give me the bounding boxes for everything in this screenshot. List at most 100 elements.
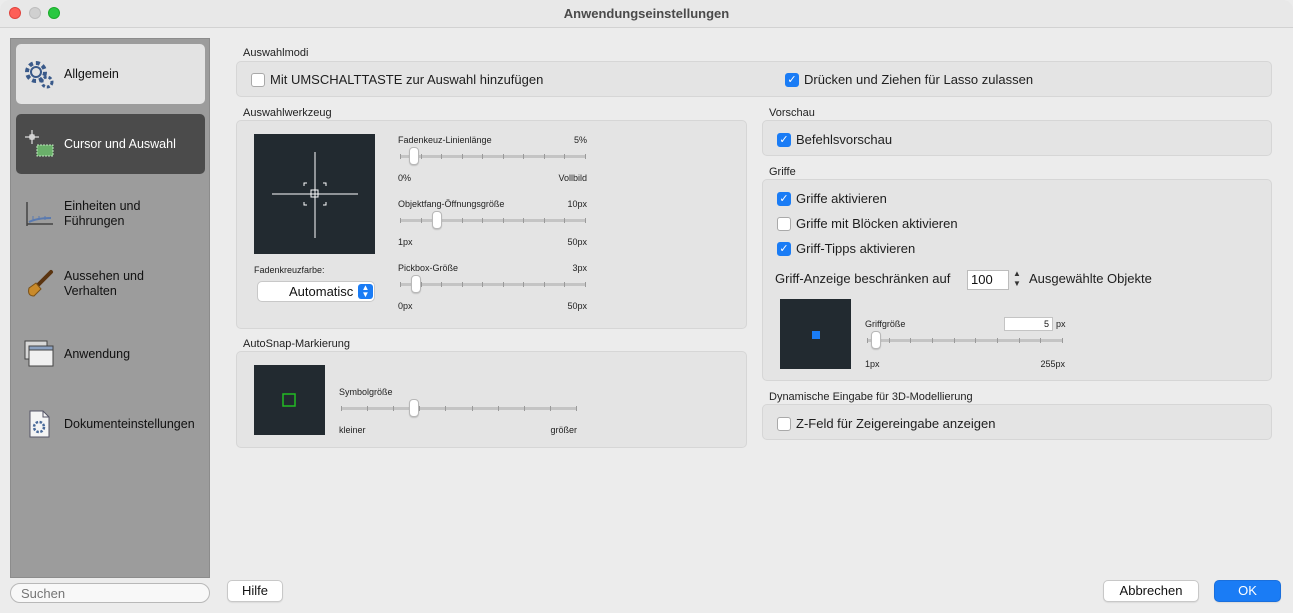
sidebar-item-label: Einheiten und Führungen: [64, 199, 141, 228]
units-ruler-icon: [22, 197, 56, 231]
sidebar-item-einheiten[interactable]: Einheiten und Führungen: [16, 184, 205, 244]
slider-tick: [544, 282, 545, 287]
grip-size-label: Griffgröße: [865, 319, 906, 329]
slider-tick: [421, 282, 422, 287]
slider-thumb[interactable]: [409, 147, 419, 165]
slider-tick: [482, 154, 483, 159]
slider-tick: [576, 406, 577, 411]
checkbox-box[interactable]: ✓: [777, 241, 791, 256]
brush-icon: [22, 267, 56, 301]
slider-tick: [564, 282, 565, 287]
cancel-button[interactable]: Abbrechen: [1103, 580, 1199, 602]
slider-track[interactable]: [400, 219, 586, 222]
slider-thumb[interactable]: [409, 399, 419, 417]
checkbox-box[interactable]: ✓: [785, 72, 799, 87]
help-button[interactable]: Hilfe: [227, 580, 283, 602]
slider-tick: [421, 154, 422, 159]
symbol-size-min: kleiner: [339, 425, 366, 435]
sidebar-item-label: Dokumenteinstellungen: [64, 416, 195, 431]
symbol-size-label: Symbolgröße: [339, 387, 393, 397]
autosnap-box: Symbolgröße kleiner größer: [236, 351, 747, 448]
lasso-checkbox[interactable]: ✓ Drücken und Ziehen für Lasso zulassen: [785, 72, 1033, 87]
slider-thumb[interactable]: [871, 331, 881, 349]
sidebar-item-label: Cursor und Auswahl: [64, 136, 176, 151]
slider-track[interactable]: [867, 339, 1063, 342]
checkbox-label: Z-Feld für Zeigereingabe anzeigen: [796, 416, 996, 431]
grip-limit-stepper[interactable]: ▲ ▼: [1011, 269, 1023, 291]
title-bar: Anwendungseinstellungen: [0, 0, 1293, 28]
slider-tick: [400, 218, 401, 223]
sidebar-item-allgemein[interactable]: Allgemein: [16, 44, 205, 104]
pickbox-size-min: 0px: [398, 301, 413, 311]
checkbox-box[interactable]: ✓: [777, 191, 791, 206]
grips-enable-checkbox[interactable]: ✓ Griffe aktivieren: [777, 191, 887, 206]
pickbox-size-label: Pickbox-Größe: [398, 263, 459, 273]
chevron-updown-icon: ▲ ▼: [358, 284, 373, 299]
z-field-checkbox[interactable]: Z-Feld für Zeigereingabe anzeigen: [777, 416, 995, 431]
search-input[interactable]: [10, 583, 210, 603]
sidebar-item-cursor-und-auswahl[interactable]: Cursor und Auswahl: [16, 114, 205, 174]
checkbox-box[interactable]: [251, 72, 265, 87]
slider-tick: [421, 218, 422, 223]
sidebar-item-aussehen[interactable]: Aussehen und Verhalten: [16, 254, 205, 314]
slider-track[interactable]: [341, 407, 577, 410]
sidebar-item-anwendung[interactable]: Anwendung: [16, 324, 205, 384]
grip-size-max: 255px: [1040, 359, 1065, 369]
slider-track[interactable]: [400, 155, 586, 158]
slider-tick: [419, 406, 420, 411]
crosshair-color-select[interactable]: Automatisc ▲ ▼: [257, 281, 375, 302]
sidebar-item-dokumenteinstellungen[interactable]: Dokumenteinstellungen: [16, 394, 205, 454]
grip-limit-suffix: Ausgewählte Objekte: [1029, 271, 1152, 286]
section-title-dynamische-eingabe: Dynamische Eingabe für 3D-Modellierung: [769, 391, 973, 403]
section-title-auswahlmodi: Auswahlmodi: [243, 47, 309, 59]
slider-tick: [498, 406, 499, 411]
autosnap-preview: [254, 365, 325, 435]
checkbox-label: Griff-Tipps aktivieren: [796, 241, 916, 256]
ok-button[interactable]: OK: [1214, 580, 1281, 602]
auswahlmodi-box: Mit UMSCHALTTASTE zur Auswahl hinzufügen…: [236, 61, 1272, 97]
sidebar-item-label: Aussehen und Verhalten: [64, 269, 144, 298]
slider-tick: [441, 282, 442, 287]
slider-tick: [393, 406, 394, 411]
slider-tick: [523, 154, 524, 159]
slider-thumb[interactable]: [432, 211, 442, 229]
slider-thumb[interactable]: [411, 275, 421, 293]
slider-tick: [997, 338, 998, 343]
slider-tick: [441, 154, 442, 159]
slider-tick: [550, 406, 551, 411]
checkbox-label: Befehlsvorschau: [796, 132, 893, 147]
command-preview-checkbox[interactable]: ✓ Befehlsvorschau: [777, 132, 892, 147]
sidebar: Allgemein Cursor und Auswahl Einheiten u…: [10, 38, 210, 578]
checkbox-label: Drücken und Ziehen für Lasso zulassen: [804, 72, 1034, 87]
settings-window: Anwendungseinstellungen Allgemein Cursor…: [0, 0, 1293, 613]
slider-tick: [585, 154, 586, 159]
checkbox-box[interactable]: [777, 216, 791, 231]
section-title-griffe: Griffe: [769, 166, 796, 178]
chevron-down-icon[interactable]: ▼: [1013, 279, 1021, 288]
slider-tick: [544, 218, 545, 223]
checkbox-box[interactable]: ✓: [777, 132, 791, 147]
shift-add-checkbox[interactable]: Mit UMSCHALTTASTE zur Auswahl hinzufügen: [251, 72, 543, 87]
grip-tips-checkbox[interactable]: ✓ Griff-Tipps aktivieren: [777, 241, 915, 256]
grip-size-min: 1px: [865, 359, 880, 369]
slider-tick: [975, 338, 976, 343]
crosshair-length-value: 5%: [573, 135, 587, 145]
grip-size-input[interactable]: 5: [1004, 317, 1053, 331]
slider-tick: [910, 338, 911, 343]
document-gear-icon: [22, 407, 56, 441]
windows-icon: [22, 337, 56, 371]
chevron-up-icon[interactable]: ▲: [1013, 269, 1021, 278]
slider-track[interactable]: [400, 283, 586, 286]
checkbox-box[interactable]: [777, 416, 791, 431]
slider-tick: [564, 218, 565, 223]
checkbox-label: Griffe mit Blöcken aktivieren: [796, 216, 958, 231]
slider-tick: [445, 406, 446, 411]
slider-tick: [544, 154, 545, 159]
section-title-vorschau: Vorschau: [769, 107, 815, 119]
crosshair-preview: [254, 134, 375, 254]
grips-blocks-checkbox[interactable]: Griffe mit Blöcken aktivieren: [777, 216, 958, 231]
slider-tick: [523, 218, 524, 223]
aperture-size-value: 10px: [567, 199, 587, 209]
symbol-size-max: größer: [550, 425, 577, 435]
grip-limit-input[interactable]: 100: [967, 270, 1009, 290]
